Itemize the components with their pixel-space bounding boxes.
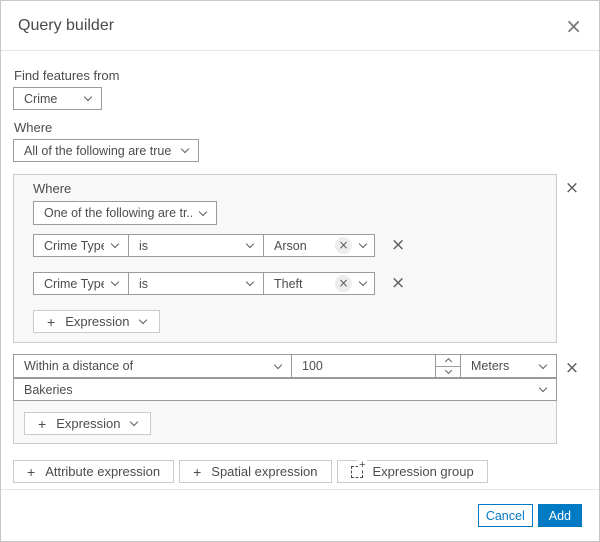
chevron-down-icon [129,417,138,427]
remove-expression-icon[interactable]: × [391,275,405,292]
chevron-down-icon [110,239,120,249]
distance-stepper [435,355,460,377]
field-select[interactable]: Crime Type [33,234,129,257]
chevron-down-icon [273,360,283,369]
plus-icon: + [193,463,202,480]
chevron-down-icon [180,144,190,154]
add-spatial-expression-button[interactable]: + Spatial expression [179,460,332,483]
distance-input-wrap [291,354,461,378]
operator-select[interactable]: is [128,234,264,257]
distance-input[interactable] [292,355,435,377]
group1-match-mode-value: One of the following are tr... [44,206,192,220]
chevron-down-icon [358,239,368,249]
spatial-expression-row: Within a distance of Meters [13,354,557,378]
dialog-header: Query builder × [1,1,599,51]
plus-icon: + [47,313,56,330]
add-expression-button[interactable]: + Expression [33,310,160,333]
expression-group-2: Within a distance of Meters [13,354,557,444]
find-features-label: Find features from [14,68,120,83]
spatial-mode-select[interactable]: Within a distance of [13,354,292,378]
target-layer-value: Bakeries [24,382,73,397]
value-combobox-value: Theft [274,276,303,291]
operator-select[interactable]: is [128,272,264,295]
expression-actions: + Attribute expression + Spatial express… [13,459,587,483]
unit-select[interactable]: Meters [460,354,557,378]
target-layer-row: Bakeries [13,378,557,401]
group1-remove-area: × [557,174,587,197]
stepper-down-button[interactable] [436,367,460,378]
value-combobox[interactable]: Arson × [263,234,375,257]
unit-select-value: Meters [471,359,510,373]
remove-group-icon[interactable]: × [565,360,579,377]
field-select[interactable]: Crime Type [33,272,129,295]
value-combobox[interactable]: Theft × [263,272,375,295]
add-expression-button[interactable]: + Expression [24,412,151,435]
chevron-down-icon [83,92,93,102]
expression-group-1-wrap: Where One of the following are tr... Cri… [13,174,587,343]
attribute-expression-label: Attribute expression [45,464,161,479]
expression-group-icon: + [350,459,367,478]
clear-value-icon[interactable]: × [335,275,352,292]
field-select-value: Crime Type [44,238,104,253]
chevron-down-icon [538,383,548,393]
add-expression-group-button[interactable]: + Expression group [336,459,488,483]
expression-group-1: Where One of the following are tr... Cri… [13,174,557,343]
plus-icon: + [27,463,36,480]
layer-select-value: Crime [24,91,58,106]
value-combobox-value: Arson [274,238,307,253]
expression-row-1: Crime Type is Arson × × [33,234,546,257]
layer-select[interactable]: Crime [13,87,102,110]
expression-group-label: Expression group [372,464,474,479]
chevron-down-icon [198,207,208,216]
remove-group-icon[interactable]: × [565,180,579,197]
add-expression-label: Expression [56,416,121,431]
group1-where-label: Where [33,181,72,196]
chevron-down-icon [444,367,452,375]
cancel-button[interactable]: Cancel [477,504,533,527]
add-expression-label: Expression [65,314,130,329]
add-button[interactable]: Add [537,504,582,527]
group2-remove-area: × [557,354,587,377]
chevron-down-icon [538,360,548,369]
chevron-down-icon [110,277,120,287]
close-icon[interactable]: × [565,16,582,36]
chevron-down-icon [138,315,147,325]
plus-icon: + [358,458,367,471]
plus-icon: + [38,415,47,432]
field-select-value: Crime Type [44,276,104,291]
group1-match-mode-select[interactable]: One of the following are tr... [33,201,217,225]
clear-value-icon[interactable]: × [335,237,352,254]
target-layer-select[interactable]: Bakeries [13,378,557,401]
query-builder-dialog: Query builder × Find features from Crime… [0,0,600,542]
add-attribute-expression-button[interactable]: + Attribute expression [13,460,175,483]
chevron-down-icon [245,277,255,287]
chevron-up-icon [444,357,452,365]
spatial-expression-label: Spatial expression [211,464,318,479]
expression-group-2-wrap: Within a distance of Meters [13,354,587,444]
stepper-up-button[interactable] [436,355,460,367]
operator-select-value: is [139,276,149,291]
remove-expression-icon[interactable]: × [391,237,405,254]
spatial-mode-value: Within a distance of [24,359,134,373]
dialog-footer: Cancel Add [1,489,599,541]
dialog-body: Find features from Crime Where All of th… [1,51,599,483]
operator-select-value: is [139,238,149,253]
match-mode-value: All of the following are true [24,143,172,158]
where-label: Where [14,120,53,135]
match-mode-select[interactable]: All of the following are true [13,139,199,162]
expression-row-2: Crime Type is Theft × × [33,272,546,295]
chevron-down-icon [358,277,368,287]
dialog-title: Query builder [18,16,115,34]
chevron-down-icon [245,239,255,249]
